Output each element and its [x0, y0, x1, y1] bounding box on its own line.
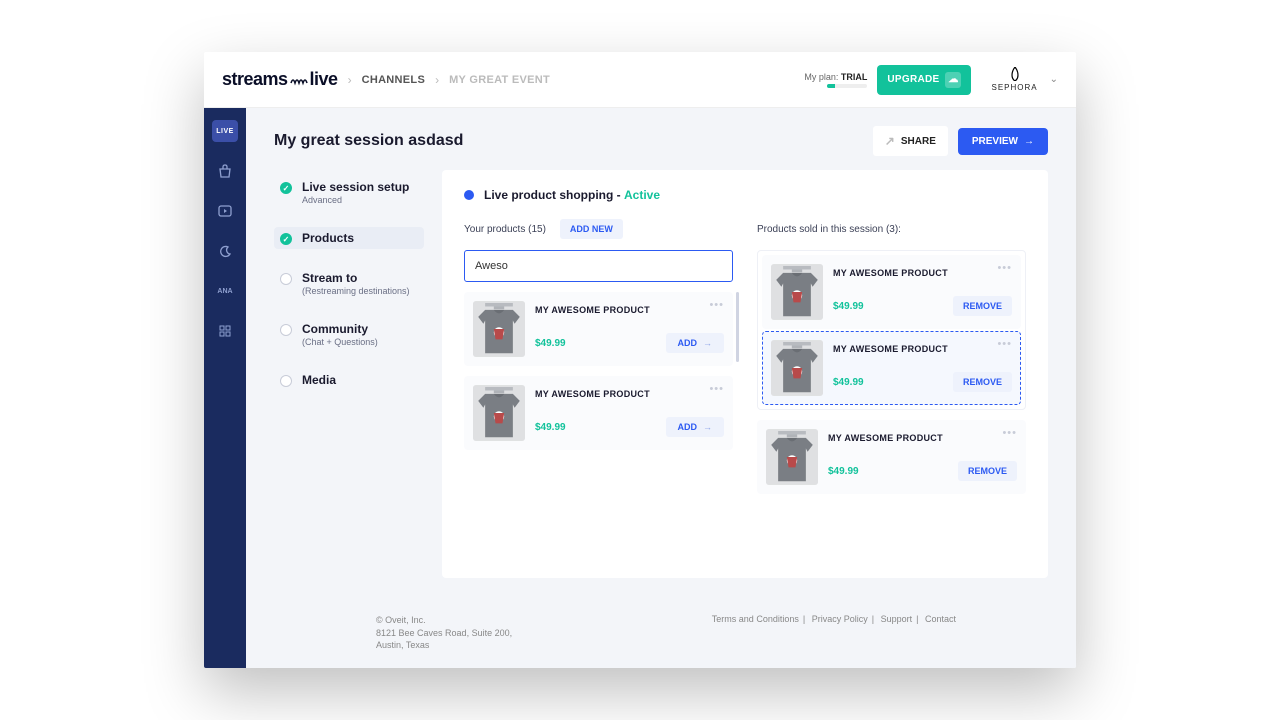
sidebar-item-live[interactable]: LIVE — [212, 120, 238, 142]
add-new-button[interactable]: ADD NEW — [560, 219, 623, 239]
bullet-icon — [464, 190, 474, 200]
sidebar-item-ana[interactable]: ANA — [212, 280, 238, 302]
footer-link-terms[interactable]: Terms and Conditions — [712, 614, 799, 624]
circle-icon — [280, 324, 292, 336]
footer-links: Terms and Conditions| Privacy Policy| Su… — [712, 614, 956, 624]
circle-icon — [280, 273, 292, 285]
more-icon[interactable]: ••• — [997, 262, 1012, 274]
step-session-setup[interactable]: Live session setupAdvanced — [274, 176, 424, 209]
chevron-right-icon: › — [435, 73, 439, 87]
org-switcher[interactable]: SEPHORA — [983, 67, 1045, 92]
add-product-button[interactable]: ADD — [666, 333, 725, 353]
product-thumbnail — [766, 429, 818, 485]
product-price: $49.99 — [535, 422, 566, 433]
brand-logo[interactable]: streamslive — [222, 69, 338, 90]
page-title: My great session asdasd — [274, 132, 463, 150]
sold-products-column: Products sold in this session (3): ••• M… — [757, 218, 1026, 560]
circle-icon — [280, 375, 292, 387]
footer-link-support[interactable]: Support — [881, 614, 913, 624]
topbar: streamslive › CHANNELS › MY GREAT EVENT … — [204, 52, 1076, 108]
scrollbar[interactable] — [736, 292, 739, 362]
footer-link-privacy[interactable]: Privacy Policy — [812, 614, 868, 624]
remove-product-button[interactable]: REMOVE — [953, 372, 1012, 392]
your-products-label: Your products (15) — [464, 224, 546, 235]
product-card[interactable]: ••• MY AWESOME PRODUCT $49.99 REMOVE — [762, 331, 1021, 405]
product-price: $49.99 — [828, 466, 859, 477]
product-card: ••• MY AWESOME PRODUCT $49.99 REMOVE — [757, 420, 1026, 494]
sidebar-item-moon[interactable] — [212, 240, 238, 262]
sidebar-item-grid[interactable] — [212, 320, 238, 342]
add-product-button[interactable]: ADD — [666, 417, 725, 437]
product-thumbnail — [771, 264, 823, 320]
wave-icon — [290, 74, 308, 86]
setup-steps: Live session setupAdvanced Products Stre… — [274, 170, 424, 578]
check-icon — [280, 233, 292, 245]
product-price: $49.99 — [535, 338, 566, 349]
sidebar-item-shop[interactable] — [212, 160, 238, 182]
footer-link-contact[interactable]: Contact — [925, 614, 956, 624]
sold-products-list: ••• MY AWESOME PRODUCT $49.99 REMOVE — [757, 250, 1026, 494]
remove-product-button[interactable]: REMOVE — [953, 296, 1012, 316]
footer: © Oveit, Inc. 8121 Bee Caves Road, Suite… — [246, 598, 1076, 668]
main-content: My great session asdasd SHARE PREVIEW Li… — [246, 108, 1076, 668]
more-icon[interactable]: ••• — [1002, 427, 1017, 439]
breadcrumb-channels[interactable]: CHANNELS — [362, 74, 426, 86]
step-community[interactable]: Community(Chat + Questions) — [274, 318, 424, 351]
step-media[interactable]: Media — [274, 369, 424, 391]
footer-address1: 8121 Bee Caves Road, Suite 200, — [376, 627, 512, 640]
footer-address2: Austin, Texas — [376, 639, 512, 652]
app-window: streamslive › CHANNELS › MY GREAT EVENT … — [204, 52, 1076, 668]
your-products-column: Your products (15) ADD NEW ••• — [464, 218, 733, 560]
page-header: My great session asdasd SHARE PREVIEW — [246, 108, 1076, 170]
plan-progress-bar — [827, 84, 867, 88]
more-icon[interactable]: ••• — [709, 383, 724, 395]
upgrade-button[interactable]: UPGRADE — [877, 65, 971, 95]
remove-product-button[interactable]: REMOVE — [958, 461, 1017, 481]
plan-indicator: My plan: TRIAL — [804, 72, 867, 88]
more-icon[interactable]: ••• — [709, 299, 724, 311]
product-name: MY AWESOME PRODUCT — [828, 433, 1017, 443]
products-panel: Live product shopping - Active Your prod… — [442, 170, 1048, 578]
preview-button[interactable]: PREVIEW — [958, 128, 1048, 155]
product-name: MY AWESOME PRODUCT — [535, 305, 724, 315]
product-price: $49.99 — [833, 377, 864, 388]
chevron-down-icon: ⌄ — [1050, 74, 1058, 85]
breadcrumb-event[interactable]: MY GREAT EVENT — [449, 74, 550, 86]
product-name: MY AWESOME PRODUCT — [833, 344, 1012, 354]
product-card: ••• MY AWESOME PRODUCT $49.99 ADD — [464, 292, 733, 366]
sidebar: LIVE ANA — [204, 108, 246, 668]
step-products[interactable]: Products — [274, 227, 424, 249]
step-stream-to[interactable]: Stream to(Restreaming destinations) — [274, 267, 424, 300]
product-thumbnail — [473, 385, 525, 441]
share-button[interactable]: SHARE — [873, 126, 948, 156]
sold-products-label: Products sold in this session (3): — [757, 224, 901, 235]
chevron-right-icon: › — [348, 73, 352, 87]
product-thumbnail — [771, 340, 823, 396]
sidebar-item-play[interactable] — [212, 200, 238, 222]
product-card: ••• MY AWESOME PRODUCT $49.99 ADD — [464, 376, 733, 450]
product-name: MY AWESOME PRODUCT — [833, 268, 1012, 278]
footer-company: © Oveit, Inc. — [376, 614, 512, 627]
product-thumbnail — [473, 301, 525, 357]
product-name: MY AWESOME PRODUCT — [535, 389, 724, 399]
products-list: ••• MY AWESOME PRODUCT $49.99 ADD — [464, 292, 733, 560]
sold-group: ••• MY AWESOME PRODUCT $49.99 REMOVE — [757, 250, 1026, 410]
product-price: $49.99 — [833, 301, 864, 312]
check-icon — [280, 182, 292, 194]
product-card: ••• MY AWESOME PRODUCT $49.99 REMOVE — [762, 255, 1021, 329]
panel-title: Live product shopping - Active — [484, 188, 660, 202]
more-icon[interactable]: ••• — [997, 338, 1012, 350]
product-search-input[interactable] — [464, 250, 733, 282]
